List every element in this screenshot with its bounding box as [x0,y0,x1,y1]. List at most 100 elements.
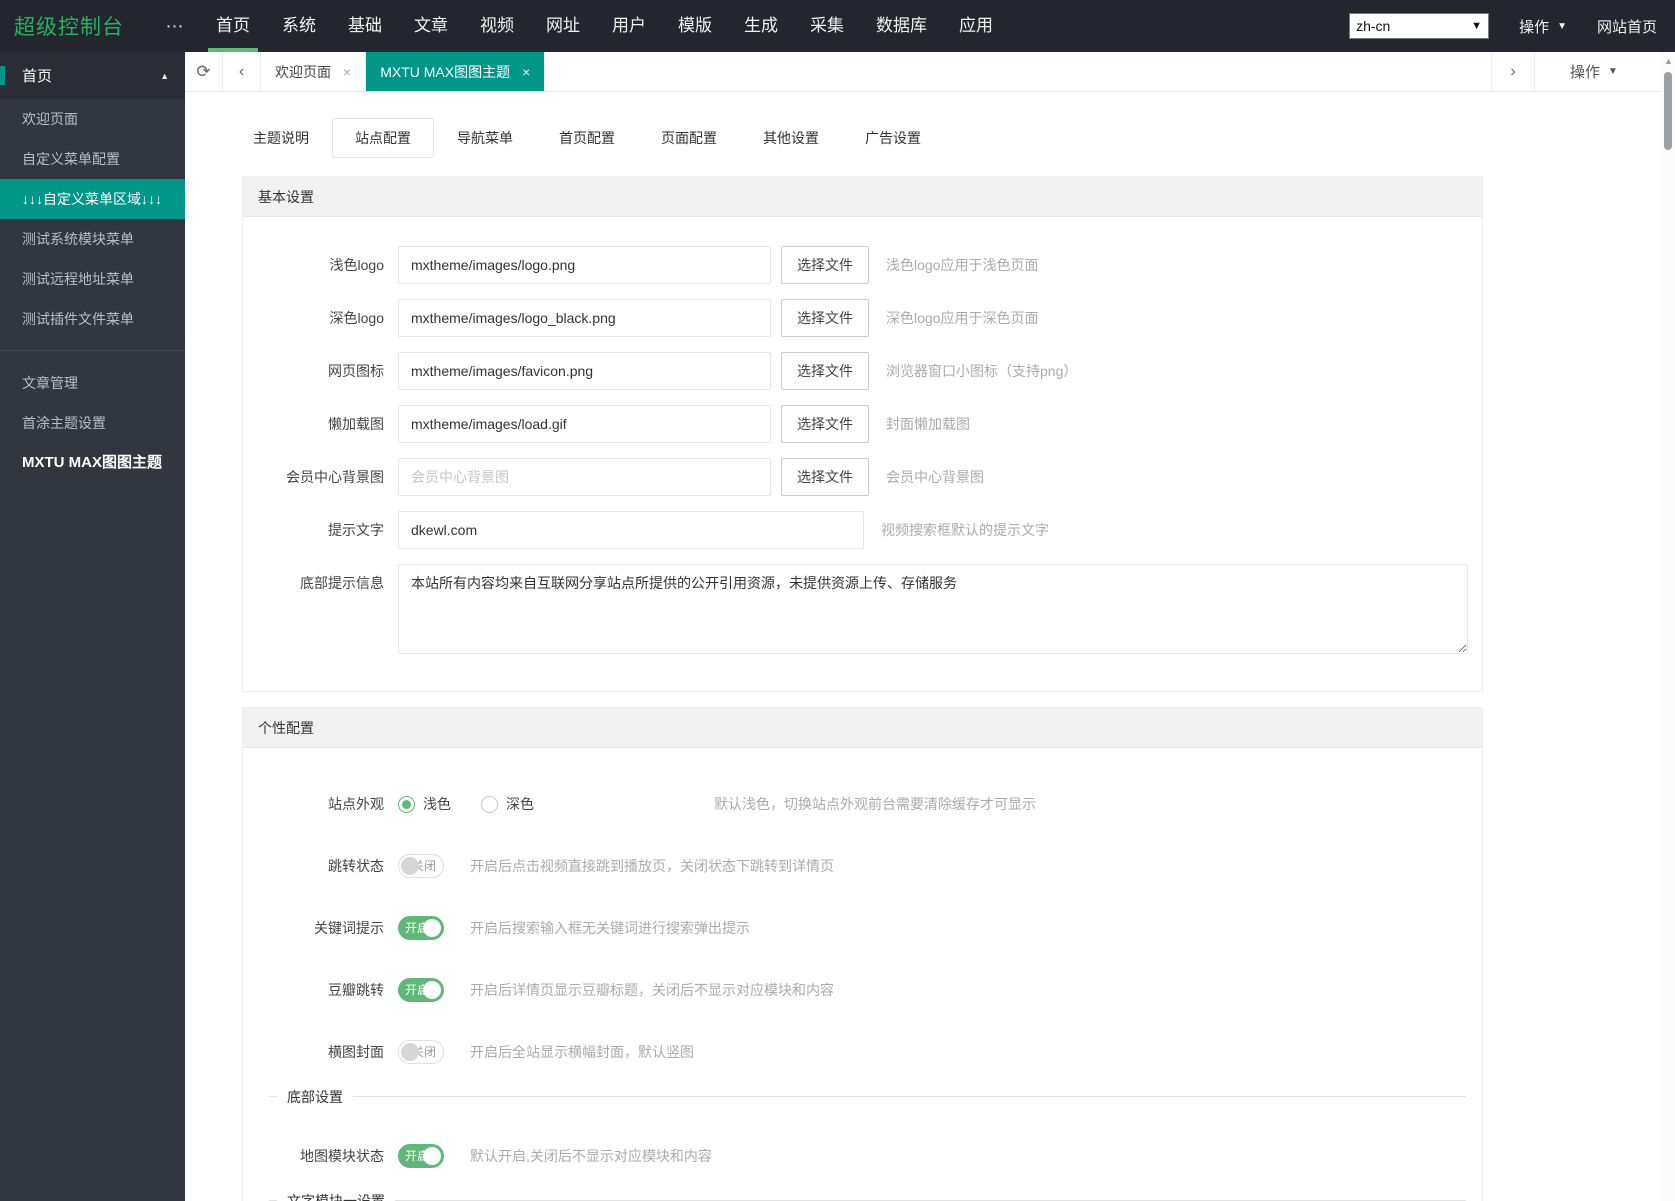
nav-item-generate[interactable]: 生成 [728,0,794,52]
tabs-scroll-left-icon[interactable]: ‹ [223,52,261,91]
language-select[interactable]: zh-cn ▼ [1349,13,1489,39]
footer-notice-textarea[interactable]: 本站所有内容均来自互联网分享站点所提供的公开引用资源，未提供资源上传、存储服务 [398,564,1468,654]
field-hint: 开启后点击视频直接跳到播放页，关闭状态下跳转到详情页 [470,856,834,876]
chevron-down-icon: ▼ [1608,66,1618,77]
sidebar-item-article-manage[interactable]: 文章管理 [0,363,185,403]
radio-dark-label: 深色 [506,794,534,814]
basic-settings-panel: 基本设置 浅色logo 选择文件 浅色logo应用于浅色页面 深色logo 选择… [242,176,1483,692]
toggle-knob [423,919,441,937]
map-module-row: 地图模块状态 开启 默认开启,关闭后不显示对应模块和内容 [269,1137,1466,1175]
sidebar-item-test-plugin-file[interactable]: 测试插件文件菜单 [0,299,185,339]
keyword-tip-toggle[interactable]: 开启 [398,916,444,940]
refresh-icon[interactable]: ⟳ [185,52,223,91]
field-hint: 开启后全站显示横幅封面，默认竖图 [470,1042,694,1062]
douban-jump-toggle[interactable]: 开启 [398,978,444,1002]
page-tab-welcome[interactable]: 欢迎页面 × [261,52,366,91]
field-label: 地图模块状态 [269,1137,398,1175]
navbar-right: zh-cn ▼ 操作 ▼ 网站首页 [1349,13,1657,39]
map-module-toggle[interactable]: 开启 [398,1144,444,1168]
vertical-scrollbar[interactable]: ▲ [1661,52,1675,1201]
sidebar-group-home[interactable]: 首页 ▲ [0,52,185,99]
tab-action-dropdown[interactable]: 操作 ▼ [1535,52,1653,91]
field-label: 网页图标 [243,352,398,390]
footer-settings-fieldset: 底部设置 地图模块状态 开启 默认开启,关闭后不显示对应模块和内容 [269,1096,1466,1175]
field-hint: 深色logo应用于深色页面 [886,308,1038,328]
fieldset-legend: 文字模块一设置 [277,1191,395,1201]
dark-logo-input[interactable] [398,299,771,337]
sidebar-item-welcome[interactable]: 欢迎页面 [0,99,185,139]
theme-settings-tabs: 主题说明 站点配置 导航菜单 首页配置 页面配置 其他设置 广告设置 [230,118,1675,158]
field-hint: 浏览器窗口小图标（支持png） [886,361,1077,381]
tabs-scroll-right-icon[interactable]: › [1491,52,1535,91]
field-label: 站点外观 [243,785,398,823]
choose-file-button[interactable]: 选择文件 [781,299,869,337]
navbar-action-dropdown[interactable]: 操作 ▼ [1519,16,1567,37]
nav-item-user[interactable]: 用户 [596,0,662,52]
favicon-input[interactable] [398,352,771,390]
personal-settings-panel: 个性配置 站点外观 浅色 深色 默认浅色，切换站点外观前台需要清除缓存才可显示 … [242,707,1483,1201]
landscape-cover-toggle[interactable]: 关闭 [398,1040,444,1064]
radio-dark[interactable] [481,796,498,813]
nav-item-app[interactable]: 应用 [943,0,1009,52]
close-icon[interactable]: × [522,64,530,80]
dark-logo-row: 深色logo 选择文件 深色logo应用于深色页面 [243,299,1482,337]
panel-title: 个性配置 [243,708,1482,748]
scroll-up-icon[interactable]: ▲ [1664,56,1673,66]
tab-nav-menu[interactable]: 导航菜单 [434,118,536,158]
sidebar: 首页 ▲ 欢迎页面 自定义菜单配置 ↓↓↓自定义菜单区域↓↓↓ 测试系统模块菜单… [0,52,185,1201]
sidebar-item-custom-menu-area[interactable]: ↓↓↓自定义菜单区域↓↓↓ [0,179,185,219]
choose-file-button[interactable]: 选择文件 [781,352,869,390]
more-menu-icon[interactable]: ⋯ [158,16,192,37]
tab-page-config[interactable]: 页面配置 [638,118,740,158]
field-hint: 浅色logo应用于浅色页面 [886,255,1038,275]
tab-other-settings[interactable]: 其他设置 [740,118,842,158]
app-brand: 超级控制台 [0,11,158,41]
member-bg-row: 会员中心背景图 选择文件 会员中心背景图 [243,458,1482,496]
light-logo-row: 浅色logo 选择文件 浅色logo应用于浅色页面 [243,246,1482,284]
field-label: 提示文字 [243,511,398,549]
fieldset-legend: 底部设置 [277,1087,353,1107]
nav-item-url[interactable]: 网址 [530,0,596,52]
toggle-knob [423,1147,441,1165]
nav-item-template[interactable]: 模版 [662,0,728,52]
sidebar-divider [0,350,185,351]
site-appearance-row: 站点外观 浅色 深色 默认浅色，切换站点外观前台需要清除缓存才可显示 [243,785,1482,823]
nav-item-article[interactable]: 文章 [398,0,464,52]
sidebar-item-test-system-module[interactable]: 测试系统模块菜单 [0,219,185,259]
search-placeholder-input[interactable] [398,511,864,549]
collapse-arrow-icon: ▲ [160,71,169,81]
tab-site-config[interactable]: 站点配置 [332,118,434,158]
choose-file-button[interactable]: 选择文件 [781,246,869,284]
nav-item-database[interactable]: 数据库 [860,0,943,52]
tab-homepage-config[interactable]: 首页配置 [536,118,638,158]
choose-file-button[interactable]: 选择文件 [781,458,869,496]
radio-light[interactable] [398,796,415,813]
choose-file-button[interactable]: 选择文件 [781,405,869,443]
sidebar-item-custom-menu-config[interactable]: 自定义菜单配置 [0,139,185,179]
lazyload-image-input[interactable] [398,405,771,443]
lazyload-image-row: 懒加载图 选择文件 封面懒加载图 [243,405,1482,443]
nav-item-system[interactable]: 系统 [266,0,332,52]
light-logo-input[interactable] [398,246,771,284]
sidebar-item-test-remote-url[interactable]: 测试远程地址菜单 [0,259,185,299]
member-bg-input[interactable] [398,458,771,496]
field-hint: 默认浅色，切换站点外观前台需要清除缓存才可显示 [714,794,1036,814]
sidebar-item-mxtu-theme[interactable]: MXTU MAX图图主题 [0,443,185,483]
tab-theme-description[interactable]: 主题说明 [230,118,332,158]
language-select-value: zh-cn [1356,18,1390,34]
field-hint: 视频搜索框默认的提示文字 [881,520,1049,540]
field-label: 跳转状态 [243,847,398,885]
close-icon[interactable]: × [343,64,351,80]
tab-ad-settings[interactable]: 广告设置 [842,118,944,158]
nav-item-home[interactable]: 首页 [200,0,266,52]
page-tab-mxtu-theme[interactable]: MXTU MAX图图主题 × [366,52,545,91]
jump-state-toggle[interactable]: 关闭 [398,854,444,878]
nav-item-basic[interactable]: 基础 [332,0,398,52]
sidebar-item-shoutu-theme[interactable]: 首涂主题设置 [0,403,185,443]
appearance-radio-group: 浅色 深色 [398,794,564,814]
scrollbar-thumb[interactable] [1664,72,1672,150]
nav-item-collect[interactable]: 采集 [794,0,860,52]
chevron-down-icon: ▼ [1471,20,1482,32]
site-home-link[interactable]: 网站首页 [1597,16,1657,37]
nav-item-video[interactable]: 视频 [464,0,530,52]
